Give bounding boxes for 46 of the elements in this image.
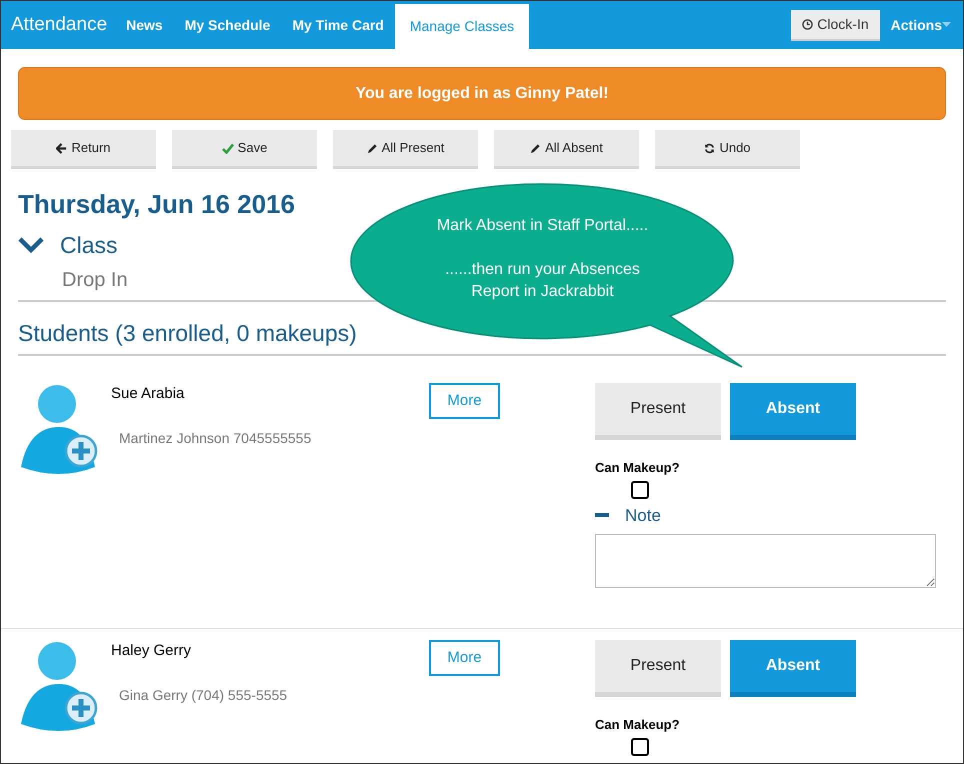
class-subtitle: Drop In [62,268,128,292]
makeup-label: Can Makeup? [595,459,681,477]
caret-icon [942,22,951,28]
refresh-icon [704,142,716,154]
nav-tab[interactable]: My Time Card [281,1,395,49]
callout-text: Mark Absent in Staff Portal..... [436,216,650,236]
check-icon [222,142,234,154]
student-name: Sue Arabia [111,384,186,404]
students-heading: Students (3 enrolled, 0 makeups) [18,318,357,348]
brand-title[interactable]: Attendance [11,10,108,40]
nav-tab[interactable]: My Schedule [174,1,282,49]
toolbar-button[interactable]: All Absent [494,130,639,169]
contact-text: Martinez Johnson 7045555555 [119,428,312,448]
note-label: Note [625,504,661,526]
makeup-label: Can Makeup? [595,716,681,734]
class-title: Class [60,231,118,260]
note-field[interactable] [595,534,936,588]
pencil-icon [366,142,378,154]
arrow-left-icon [56,142,68,154]
toolbar-button[interactable]: All Present [333,130,478,169]
makeup-checkbox[interactable] [631,480,649,498]
avatar-icon [19,385,99,475]
avatar-icon [19,642,99,732]
attendance-option[interactable]: Absent [730,383,856,440]
contact-text: Gina Gerry (704) 555-5555 [119,686,288,705]
minus-icon[interactable] [595,513,609,518]
pencil-icon [530,142,542,154]
toolbar-button[interactable]: Return [11,130,156,169]
student-name: Haley Gerry [111,641,192,661]
attendance-option[interactable]: Present [595,383,721,440]
attendance-option[interactable]: Absent [730,640,856,697]
attendance-option[interactable]: Present [595,640,721,697]
more-button[interactable]: More [429,383,500,419]
more-button[interactable]: More [429,640,500,676]
clock-in-button[interactable]: Clock-In [791,10,880,40]
callout-text: ......then run your Absences Report in Jackrabbit [444,260,641,302]
clock-icon [802,18,814,30]
date-heading: Thursday, Jun 16 2016 [18,188,295,221]
toolbar-button[interactable]: Undo [655,130,800,169]
actions-menu[interactable]: Actions [890,1,963,49]
nav-tab[interactable]: News [115,1,174,49]
login-alert: You are logged in as Ginny Patel! [18,67,946,120]
toolbar-button[interactable]: Save [172,130,317,169]
chevron-icon[interactable] [18,237,44,254]
makeup-checkbox[interactable] [631,738,649,756]
nav-tab[interactable]: Manage Classes [394,4,530,49]
